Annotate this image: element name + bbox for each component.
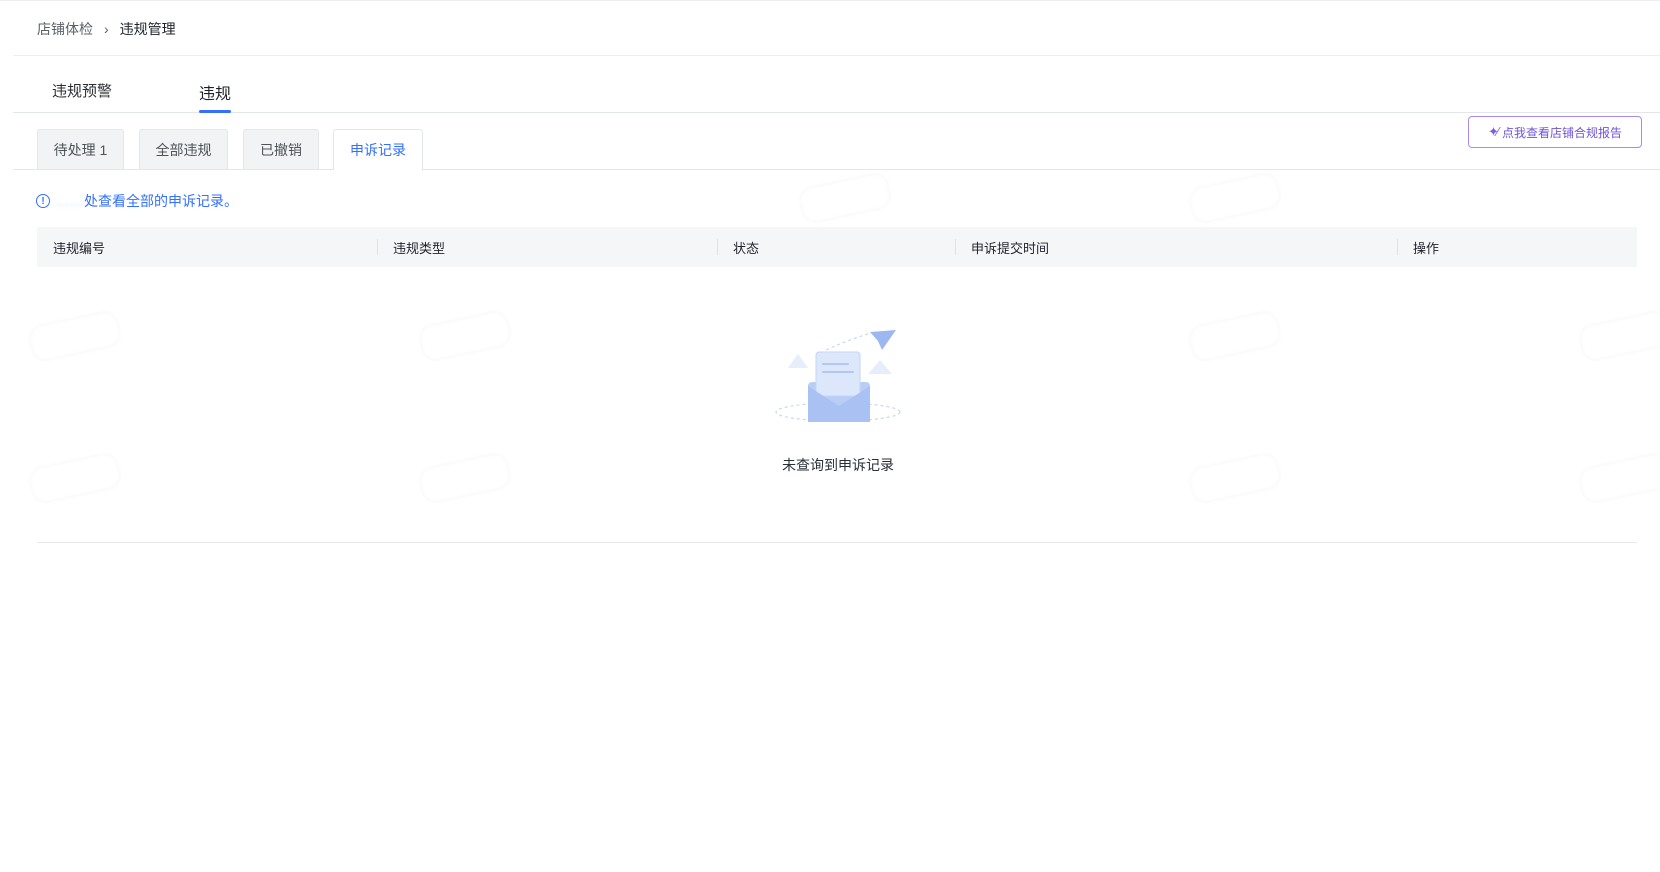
subtab-appeal-records[interactable]: 申诉记录 xyxy=(333,129,423,170)
subtab-revoked[interactable]: 已撤销 xyxy=(243,129,319,169)
info-icon: ! xyxy=(36,194,50,208)
watermark xyxy=(417,309,513,363)
top-border xyxy=(0,0,1660,1)
watermark xyxy=(417,451,513,505)
column-header-violation-id: 违规编号 xyxy=(53,240,106,256)
breadcrumb-parent[interactable]: 店铺体检 xyxy=(37,19,93,39)
watermark xyxy=(27,309,123,363)
tab-violation[interactable]: 违规 xyxy=(199,80,231,104)
breadcrumb: 店铺体检 › 违规管理 xyxy=(37,18,176,40)
info-notice: ! …… 处查看全部的申诉记录。 xyxy=(36,190,238,212)
watermark xyxy=(1577,309,1660,363)
watermark xyxy=(1577,451,1660,505)
breadcrumb-divider xyxy=(13,55,1660,56)
breadcrumb-current: 违规管理 xyxy=(119,21,176,37)
active-tab-indicator xyxy=(199,110,231,113)
watermark xyxy=(27,451,123,505)
info-text[interactable]: 处查看全部的申诉记录。 xyxy=(84,191,238,211)
sub-tabs: 待处理 1 全部违规 已撤销 申诉记录 xyxy=(13,129,1660,170)
watermark xyxy=(1187,171,1283,225)
watermark xyxy=(1187,451,1283,505)
chevron-right-icon: › xyxy=(104,21,109,37)
column-header-actions: 操作 xyxy=(1397,227,1637,267)
column-header-status: 状态 xyxy=(717,227,955,267)
subtab-all-violations[interactable]: 全部违规 xyxy=(139,129,228,169)
empty-state-message: 未查询到申诉记录 xyxy=(782,457,894,473)
watermark xyxy=(797,171,893,225)
main-tabs: 违规预警 违规 xyxy=(13,58,1660,113)
envelope-paper-plane-icon xyxy=(775,330,901,422)
table-header: 违规编号 违规类型 状态 申诉提交时间 操作 xyxy=(37,227,1637,267)
tab-violation-warning[interactable]: 违规预警 xyxy=(52,80,112,101)
table-bottom-border xyxy=(37,542,1637,543)
column-header-violation-type: 违规类型 xyxy=(377,227,717,267)
column-header-appeal-time: 申诉提交时间 xyxy=(955,227,1397,267)
info-blurred-prefix[interactable]: …… xyxy=(56,193,84,209)
subtab-pending[interactable]: 待处理 1 xyxy=(37,129,124,169)
watermark xyxy=(1187,309,1283,363)
